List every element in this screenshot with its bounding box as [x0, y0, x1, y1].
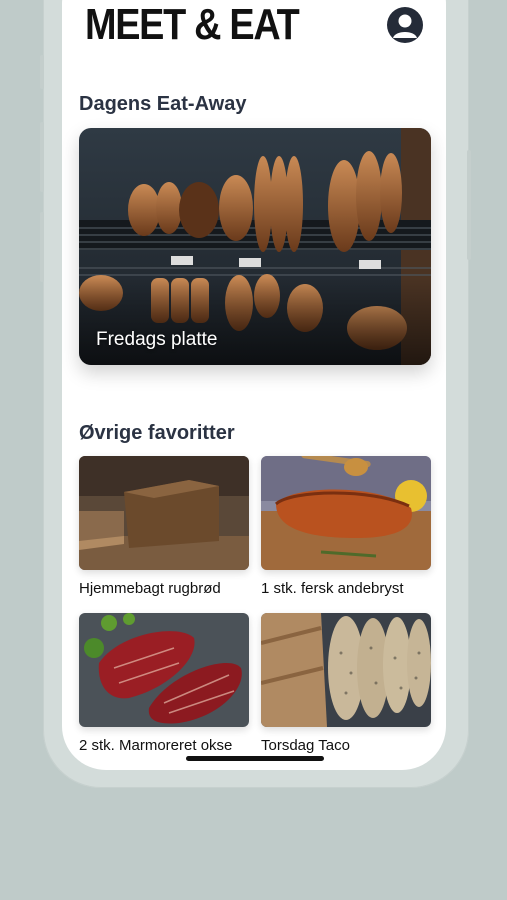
duck-breast-image	[261, 456, 431, 570]
favorite-card-thursday-taco[interactable]: Torsdag Taco	[261, 613, 431, 754]
app-screen: MEET & EAT Dagens Eat-Away Fredags platt…	[62, 0, 446, 770]
home-indicator[interactable]	[186, 756, 324, 761]
marbled-beef-image	[79, 613, 249, 727]
phone-side-button	[40, 55, 44, 89]
sliced-bread-image	[261, 613, 431, 727]
phone-volume-down-button	[40, 212, 44, 282]
hero-caption: Fredags platte	[96, 329, 218, 350]
favorite-card-rye-bread[interactable]: Hjemmebagt rugbrød	[79, 456, 249, 597]
phone-volume-up-button	[40, 122, 44, 192]
favorite-label: Torsdag Taco	[261, 737, 350, 754]
favorite-label: 1 stk. fersk andebryst	[261, 580, 404, 597]
favorite-label: 2 stk. Marmoreret okse	[79, 737, 233, 754]
todays-eat-away-title: Dagens Eat-Away	[79, 93, 247, 115]
todays-eat-away-card[interactable]: Fredags platte	[79, 128, 431, 365]
favorite-label: Hjemmebagt rugbrød	[79, 580, 221, 597]
app-logo: MEET & EAT	[85, 0, 300, 49]
favorite-card-marbled-beef[interactable]: 2 stk. Marmoreret okse	[79, 613, 249, 754]
user-avatar-icon[interactable]	[387, 7, 423, 43]
other-favorites-title: Øvrige favoritter	[79, 422, 235, 444]
rye-bread-image	[79, 456, 249, 570]
phone-power-button	[467, 150, 471, 260]
favorite-card-duck-breast[interactable]: 1 stk. fersk andebryst	[261, 456, 431, 597]
